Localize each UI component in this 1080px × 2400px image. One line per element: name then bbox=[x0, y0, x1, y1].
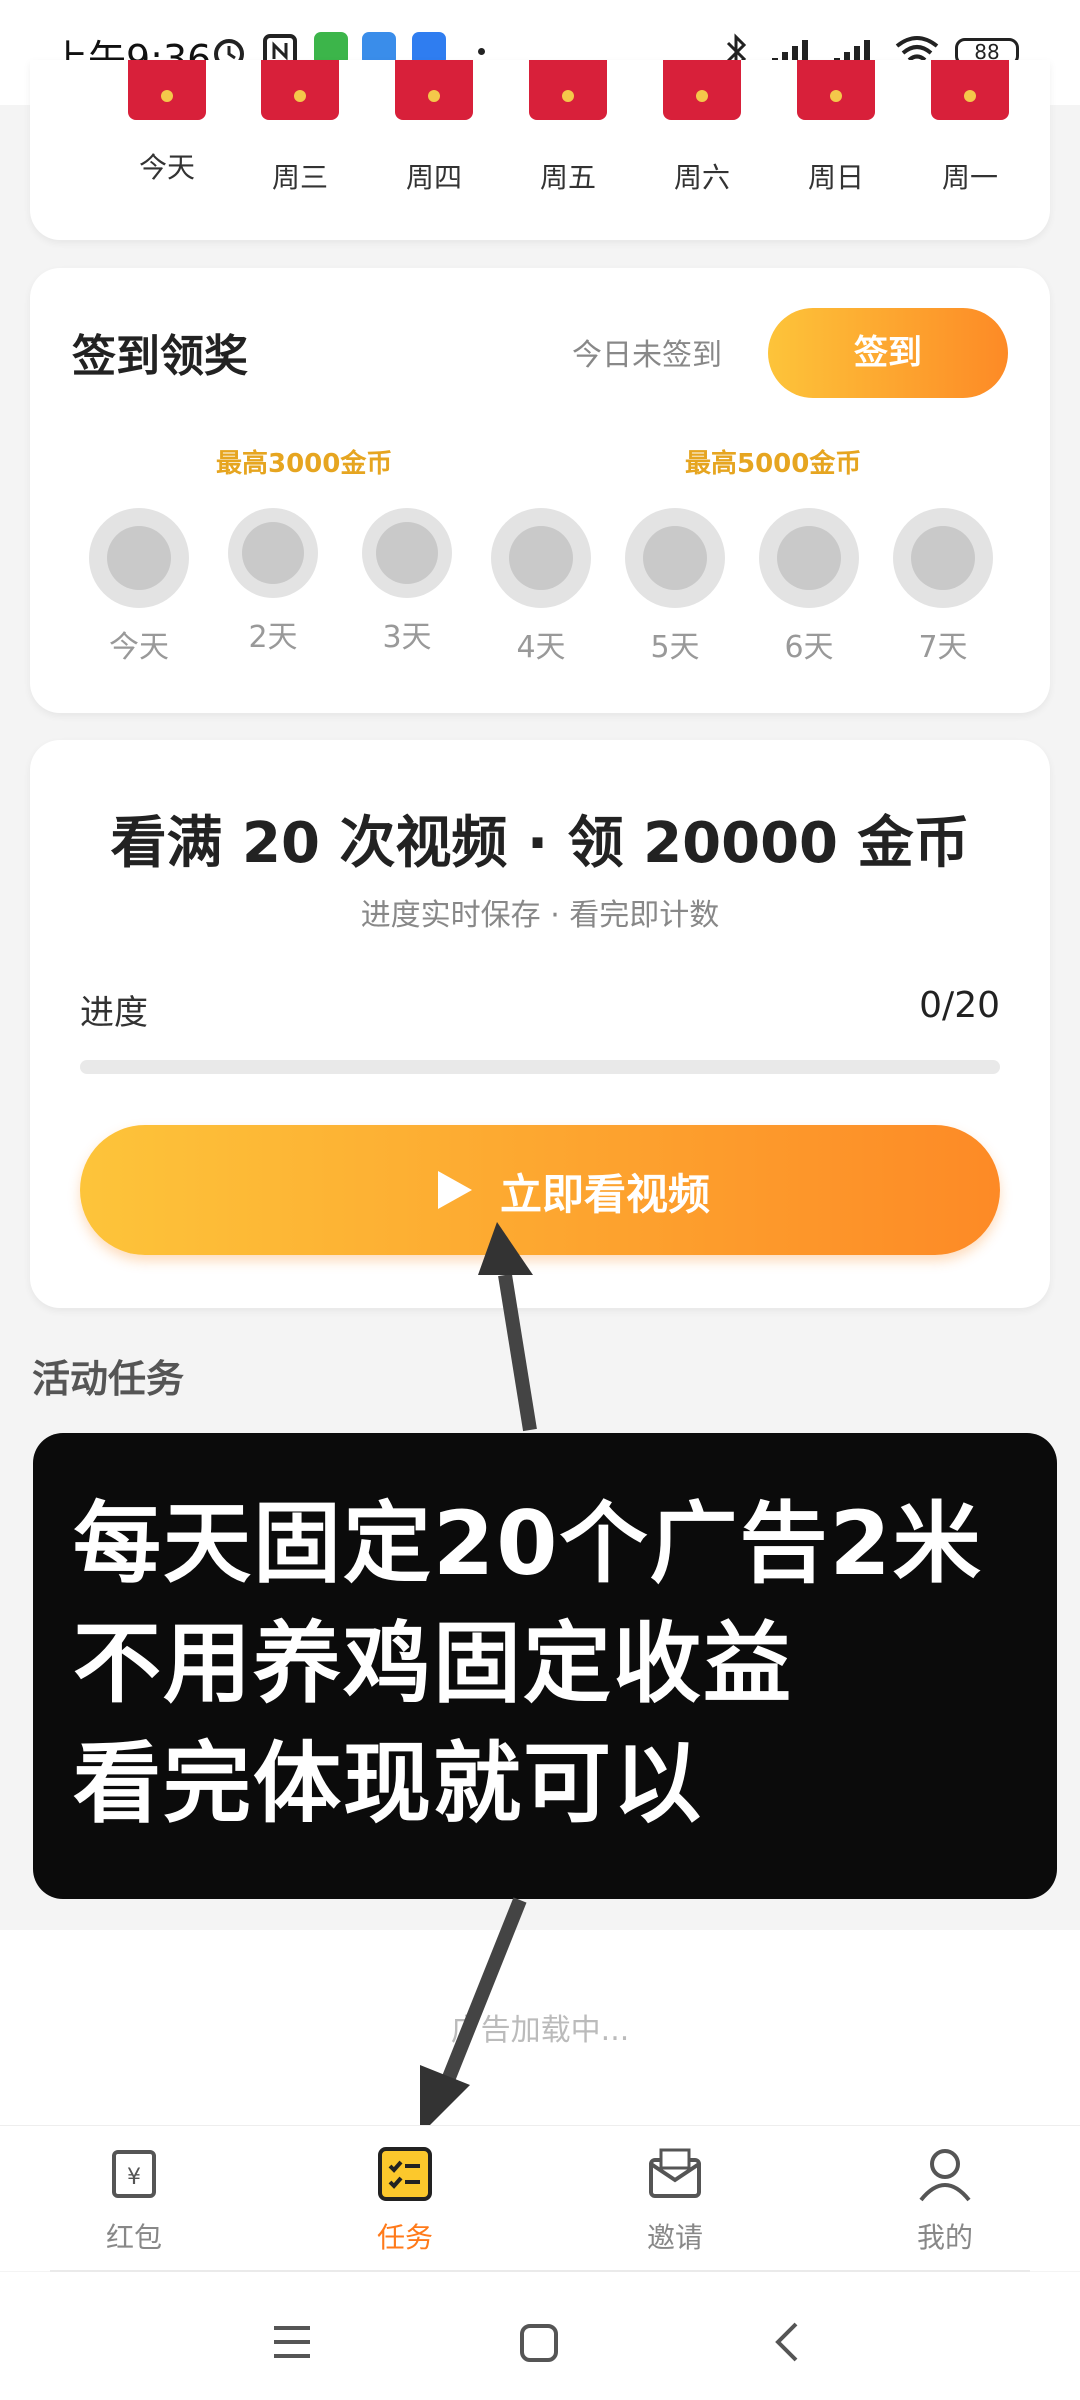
mail-icon bbox=[649, 2148, 701, 2198]
nav-label: 邀请 bbox=[646, 2221, 703, 2254]
nav-item-profile[interactable]: 我的 bbox=[855, 2146, 1035, 2256]
annotation-arrow-down bbox=[441, 1897, 527, 2083]
nav-item-tasks[interactable]: 任务 bbox=[315, 2146, 495, 2256]
nav-item-invite[interactable]: 邀请 bbox=[585, 2146, 765, 2256]
back-icon[interactable] bbox=[770, 2320, 804, 2364]
annotation-arrows bbox=[420, 1222, 537, 2135]
nav-item-redpacket[interactable]: ¥ 红包 bbox=[44, 2146, 224, 2256]
menu-icon[interactable] bbox=[270, 2322, 314, 2362]
red-envelope-icon: ¥ bbox=[112, 2150, 156, 2198]
nav-label: 红包 bbox=[105, 2221, 162, 2254]
svg-text:¥: ¥ bbox=[127, 2165, 141, 2190]
system-navigation-bar bbox=[0, 2272, 1080, 2400]
nav-label: 我的 bbox=[916, 2221, 973, 2254]
person-icon bbox=[919, 2149, 971, 2202]
home-icon[interactable] bbox=[518, 2322, 560, 2364]
task-list-icon bbox=[378, 2147, 432, 2201]
bottom-navigation: ¥ 红包 任务 邀请 我的 bbox=[0, 2125, 1080, 2271]
arrow-head-up bbox=[478, 1222, 533, 1275]
nav-label: 任务 bbox=[376, 2221, 433, 2254]
annotation-arrow-up bbox=[498, 1273, 537, 1432]
